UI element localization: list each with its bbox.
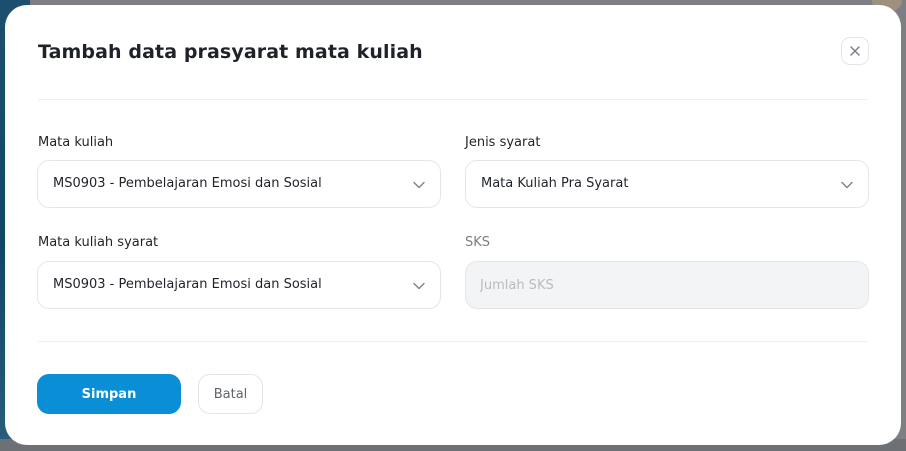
chevron-down-icon (413, 282, 425, 290)
mata-kuliah-label: Mata kuliah (38, 135, 114, 150)
mata-kuliah-syarat-value: MS0903 - Pembelajaran Emosi dan Sosial (53, 277, 322, 292)
footer-divider (38, 341, 868, 342)
chevron-down-icon (413, 181, 425, 189)
modal-title: Tambah data prasyarat mata kuliah (38, 41, 423, 63)
jenis-syarat-value: Mata Kuliah Pra Syarat (481, 176, 629, 191)
cancel-button[interactable]: Batal (198, 374, 263, 414)
mata-kuliah-syarat-label: Mata kuliah syarat (38, 235, 159, 250)
mata-kuliah-syarat-select[interactable]: MS0903 - Pembelajaran Emosi dan Sosial (37, 261, 441, 309)
sks-label: SKS (465, 235, 491, 250)
save-button[interactable]: Simpan (37, 374, 181, 414)
close-icon (850, 46, 860, 56)
close-button[interactable] (841, 37, 869, 65)
mata-kuliah-select[interactable]: MS0903 - Pembelajaran Emosi dan Sosial (37, 160, 441, 208)
sks-input[interactable] (465, 261, 869, 309)
jenis-syarat-label: Jenis syarat (465, 135, 541, 150)
jenis-syarat-select[interactable]: Mata Kuliah Pra Syarat (465, 160, 869, 208)
chevron-down-icon (841, 181, 853, 189)
header-divider (38, 99, 868, 100)
mata-kuliah-value: MS0903 - Pembelajaran Emosi dan Sosial (53, 176, 322, 191)
add-prerequisite-modal: Tambah data prasyarat mata kuliah Mata k… (5, 5, 901, 445)
